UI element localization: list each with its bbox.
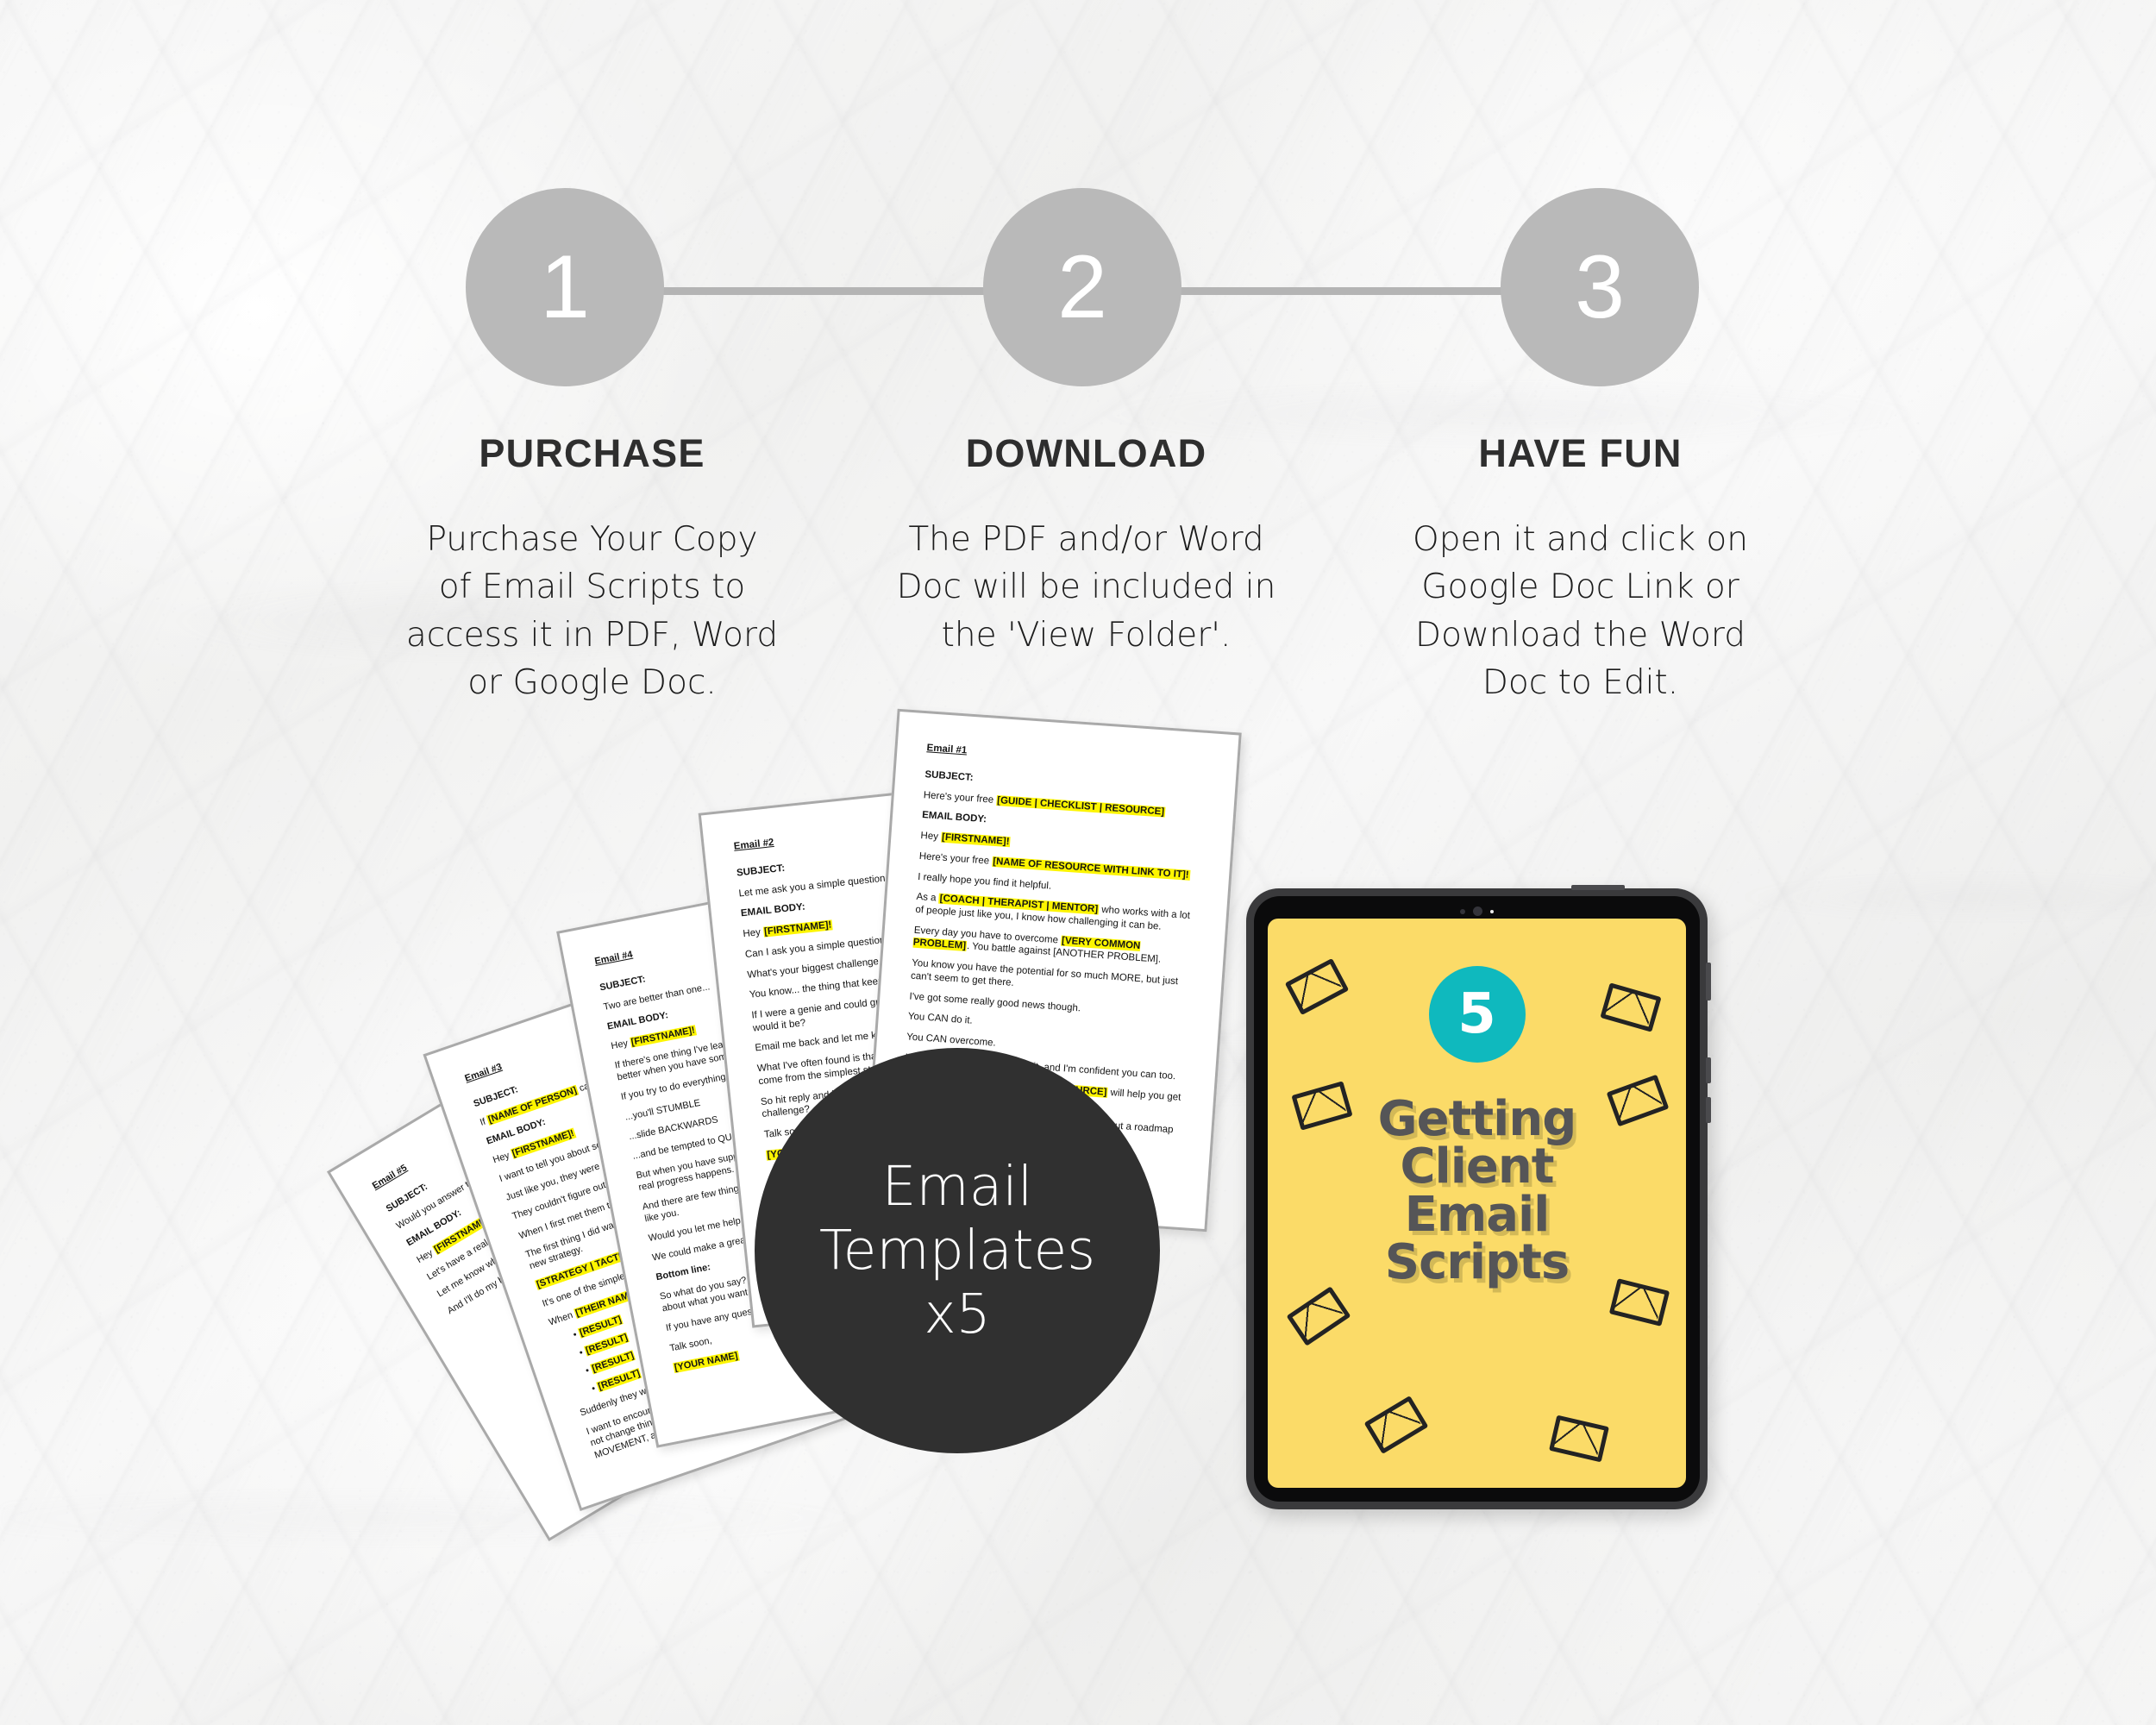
step-number-3: 3 bbox=[1575, 237, 1625, 337]
sensor-dot-icon bbox=[1460, 908, 1465, 914]
envelope-icon bbox=[1600, 982, 1662, 1032]
cover-title: Getting Client Email Scripts bbox=[1377, 1091, 1577, 1291]
step-heading-have-fun: HAVE FUN bbox=[1478, 431, 1683, 475]
cover-count-circle: 5 bbox=[1428, 966, 1526, 1063]
document-label: SUBJECT: bbox=[736, 862, 786, 879]
document-highlight: [NAME OF RESOURCE WITH LINK TO IT]! bbox=[991, 856, 1191, 881]
steps-description-columns: PURCHASE Purchase Your Copy of Email Scr… bbox=[345, 431, 1828, 707]
step-body-purchase: Purchase Your Copy of Email Scripts to a… bbox=[405, 520, 779, 703]
envelope-icon bbox=[1284, 957, 1350, 1016]
step-column-1: PURCHASE Purchase Your Copy of Email Scr… bbox=[345, 431, 839, 707]
step-circle-3[interactable]: 3 bbox=[1501, 188, 1699, 386]
document-highlight: [FIRSTNAME]! bbox=[762, 919, 833, 938]
document-highlight: [VERY COMMON PROBLEM] bbox=[912, 935, 1141, 952]
document-label: EMAIL BODY: bbox=[606, 1010, 669, 1032]
document-title: Email #1 bbox=[926, 743, 968, 756]
document-highlight: [FIRSTNAME]! bbox=[629, 1025, 697, 1049]
infographic-page: 1 2 3 PURCHASE Purchase Your Copy of Ema… bbox=[0, 0, 2156, 1725]
cover-count-number: 5 bbox=[1457, 982, 1496, 1046]
tablet-volume-up-button[interactable] bbox=[1706, 1057, 1711, 1083]
badge-line-3: x5 bbox=[924, 1282, 991, 1346]
document-highlight: [YOUR NAME] bbox=[673, 1350, 740, 1373]
tablet-screen-bezel: 5 Getting Client Email Scripts bbox=[1254, 896, 1700, 1502]
indicator-led-icon bbox=[1490, 909, 1494, 913]
tablet-volume-down-button[interactable] bbox=[1706, 1097, 1711, 1123]
step-circle-2[interactable]: 2 bbox=[983, 188, 1181, 386]
document-label: SUBJECT: bbox=[924, 769, 974, 784]
document-highlight: [COACH | THERAPIST | MENTOR] bbox=[938, 893, 1100, 915]
envelope-icon bbox=[1286, 1286, 1351, 1346]
camera-lens-icon bbox=[1473, 906, 1482, 916]
step-column-3: HAVE FUN Open it and click on Google Doc… bbox=[1333, 431, 1827, 707]
document-label: SUBJECT: bbox=[599, 974, 647, 994]
badge-line-1: Email bbox=[881, 1155, 1033, 1219]
email-templates-badge: Email Templates x5 bbox=[755, 1048, 1160, 1453]
step-number-1: 1 bbox=[540, 237, 590, 337]
steps-indicator: 1 2 3 bbox=[466, 188, 1699, 386]
step-column-2: DOWNLOAD The PDF and/or Word Doc will be… bbox=[839, 431, 1333, 707]
step-body-download: The PDF and/or Word Doc will be included… bbox=[896, 520, 1276, 655]
tablet-power-button[interactable] bbox=[1571, 885, 1625, 890]
tablet-device-mockup: 5 Getting Client Email Scripts bbox=[1246, 885, 1711, 1509]
tablet-camera-cluster bbox=[1254, 906, 1700, 916]
envelope-icon bbox=[1549, 1414, 1609, 1463]
step-heading-purchase: PURCHASE bbox=[479, 431, 705, 475]
document-highlight: [FIRSTNAME]! bbox=[940, 831, 1011, 848]
document-label: EMAIL BODY: bbox=[740, 901, 806, 919]
step-number-2: 2 bbox=[1057, 237, 1107, 337]
document-label: Bottom line: bbox=[655, 1262, 711, 1283]
step-body-have-fun: Open it and click on Google Doc Link or … bbox=[1413, 520, 1748, 703]
document-highlight: [GUIDE | CHECKLIST | RESOURCE] bbox=[995, 794, 1166, 818]
badge-line-2: Templates bbox=[818, 1219, 1096, 1283]
tablet-side-button[interactable] bbox=[1706, 963, 1711, 1000]
document-label: EMAIL BODY: bbox=[921, 810, 987, 825]
envelope-icon bbox=[1363, 1396, 1429, 1454]
step-circle-1[interactable]: 1 bbox=[466, 188, 664, 386]
ebook-cover: 5 Getting Client Email Scripts bbox=[1268, 919, 1686, 1488]
step-heading-download: DOWNLOAD bbox=[965, 431, 1207, 475]
